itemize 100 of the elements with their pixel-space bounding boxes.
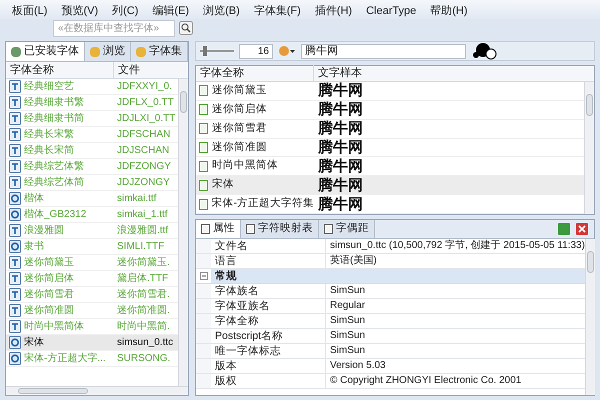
checkbox[interactable] xyxy=(199,160,208,172)
property-value: Regular xyxy=(326,299,585,313)
property-name: 字体亚族名 xyxy=(211,299,326,313)
preview-row[interactable]: 宋体 腾牛网 xyxy=(196,176,584,196)
scrollbar[interactable] xyxy=(584,239,595,395)
property-value: SimSun xyxy=(326,344,585,358)
checkbox[interactable] xyxy=(199,142,208,153)
font-file-icon xyxy=(9,272,21,285)
menu-item[interactable]: 编辑(E) xyxy=(152,3,190,19)
file-name: 浪漫雅圆.ttf xyxy=(116,224,168,238)
font-file-icon xyxy=(9,160,21,173)
scrollbar[interactable] xyxy=(178,79,188,386)
property-value: 英语(美国) xyxy=(326,254,585,268)
property-value: simsun_0.ttc (10,500,792 字节, 创建于 2015-05-05 11:33) xyxy=(326,239,585,253)
menu-item[interactable]: 帮助(H) xyxy=(430,3,468,19)
column-header[interactable]: 文字样本 xyxy=(314,65,594,82)
menu-item[interactable]: 浏览(B) xyxy=(203,3,240,19)
group-header[interactable]: 常规 xyxy=(211,269,585,283)
properties-tab[interactable]: 字偶距 xyxy=(319,220,375,238)
file-name: 迷你简准圆. xyxy=(116,304,170,318)
property-name: 唯一字体标志 xyxy=(211,344,326,358)
file-name: simsun_0.ttc xyxy=(116,336,174,350)
properties-tab[interactable]: 属性 xyxy=(196,220,241,238)
font-file-icon xyxy=(9,224,21,237)
property-name: 语言 xyxy=(211,254,326,268)
checkbox[interactable] xyxy=(199,104,208,116)
checkbox[interactable] xyxy=(199,123,208,134)
menu-item[interactable]: 插件(H) xyxy=(314,3,352,19)
file-name: simkai_1.ttf xyxy=(116,208,168,222)
panel-tab[interactable]: 浏览 xyxy=(85,42,131,61)
file-name: JDJZONGY xyxy=(116,176,170,190)
font-file-icon xyxy=(9,304,21,317)
font-name: 经典细空艺 xyxy=(24,80,74,94)
column-header[interactable]: 文件 xyxy=(114,62,188,78)
font-name: 浪漫雅圆 xyxy=(24,224,64,238)
font-file-icon xyxy=(9,112,21,125)
file-name: JDJLXI_0.TT xyxy=(116,112,176,126)
sample-text-field[interactable]: 腾牛网 xyxy=(301,44,466,58)
font-row[interactable]: 宋体 simsun_0.ttc xyxy=(6,335,178,351)
font-file-icon xyxy=(9,240,21,253)
font-name: 经典细隶书繁 xyxy=(24,96,84,110)
scrollbar[interactable] xyxy=(584,82,594,214)
font-name: 时尚中黑简体 xyxy=(24,320,84,334)
font-name: 迷你简准圆 xyxy=(24,304,74,318)
menu-item[interactable]: 列(C) xyxy=(112,3,138,19)
font-file-icon xyxy=(9,80,21,93)
property-name: 字体族名 xyxy=(211,284,326,298)
font-sample: 腾牛网 xyxy=(317,196,363,213)
file-name: simkai.ttf xyxy=(116,192,156,206)
close-icon[interactable] xyxy=(576,223,588,235)
properties-tab[interactable]: 字符映射表 xyxy=(241,220,319,238)
file-name: SURSONG. xyxy=(116,352,170,366)
property-name: 文件名 xyxy=(211,239,326,253)
menu-item[interactable]: 板面(L) xyxy=(12,3,48,19)
font-sample: 腾牛网 xyxy=(317,120,363,138)
property-name: 版权 xyxy=(211,374,326,388)
font-name: 经典长宋简 xyxy=(24,144,74,158)
font-name: 经典长宋繁 xyxy=(24,128,74,142)
preview-row[interactable]: 迷你简雪君 腾牛网 xyxy=(196,120,584,139)
menu-item[interactable]: 字体集(F) xyxy=(254,3,301,19)
checkbox[interactable] xyxy=(199,180,208,191)
font-name: 经典综艺体简 xyxy=(24,176,84,190)
font-name: 隶书 xyxy=(24,240,44,254)
file-name: 迷你简黛玉. xyxy=(116,256,170,270)
column-header[interactable]: 字体全称 xyxy=(6,62,114,78)
font-file-icon xyxy=(9,144,21,157)
menu-item[interactable]: 预览(V) xyxy=(61,3,98,19)
font-file-icon xyxy=(9,176,21,189)
font-name: 迷你简启体 xyxy=(24,272,74,286)
font-file-icon xyxy=(9,288,21,301)
panel-tab[interactable]: 字体集 xyxy=(131,42,188,61)
slider-thumb[interactable] xyxy=(203,46,207,56)
checkbox[interactable] xyxy=(199,85,208,96)
font-file-icon xyxy=(9,320,21,333)
scrollbar[interactable] xyxy=(6,386,188,395)
property-value: SimSun xyxy=(326,314,585,328)
file-name: 迷你简雪君. xyxy=(116,288,170,302)
font-sample: 腾牛网 xyxy=(317,101,363,118)
preview-row[interactable]: 迷你简黛玉 腾牛网 xyxy=(196,82,584,101)
search-icon[interactable] xyxy=(179,21,193,35)
font-sample: 腾牛网 xyxy=(317,82,363,100)
menu-item[interactable]: ClearType xyxy=(366,3,416,19)
preview-row[interactable]: 迷你简启体 腾牛网 xyxy=(196,100,584,120)
preview-row[interactable]: 宋体-方正超大字符集 腾牛网 xyxy=(196,195,584,214)
file-name: JDJSCHAN xyxy=(116,144,170,158)
font-file-icon xyxy=(9,352,21,365)
column-header[interactable]: 字体全称 xyxy=(196,65,314,82)
size-field[interactable]: 16 xyxy=(239,44,273,58)
font-file-icon xyxy=(9,256,21,269)
property-name: 版本 xyxy=(211,359,326,373)
font-name: 时尚中黑简体 xyxy=(212,158,278,174)
preview-row[interactable]: 迷你简准圆 腾牛网 xyxy=(196,138,584,158)
file-name: 黛启体.TTF xyxy=(116,272,168,286)
color-icon[interactable] xyxy=(278,45,296,57)
panel-tab[interactable]: 已安装字体 xyxy=(6,42,85,61)
checkbox[interactable] xyxy=(199,198,208,210)
font-sample: 腾牛网 xyxy=(317,158,363,175)
collapse-icon[interactable] xyxy=(200,272,208,280)
search-field[interactable]: «在数据库中查找字体» xyxy=(53,20,175,36)
property-name: 字体全称 xyxy=(211,314,326,328)
